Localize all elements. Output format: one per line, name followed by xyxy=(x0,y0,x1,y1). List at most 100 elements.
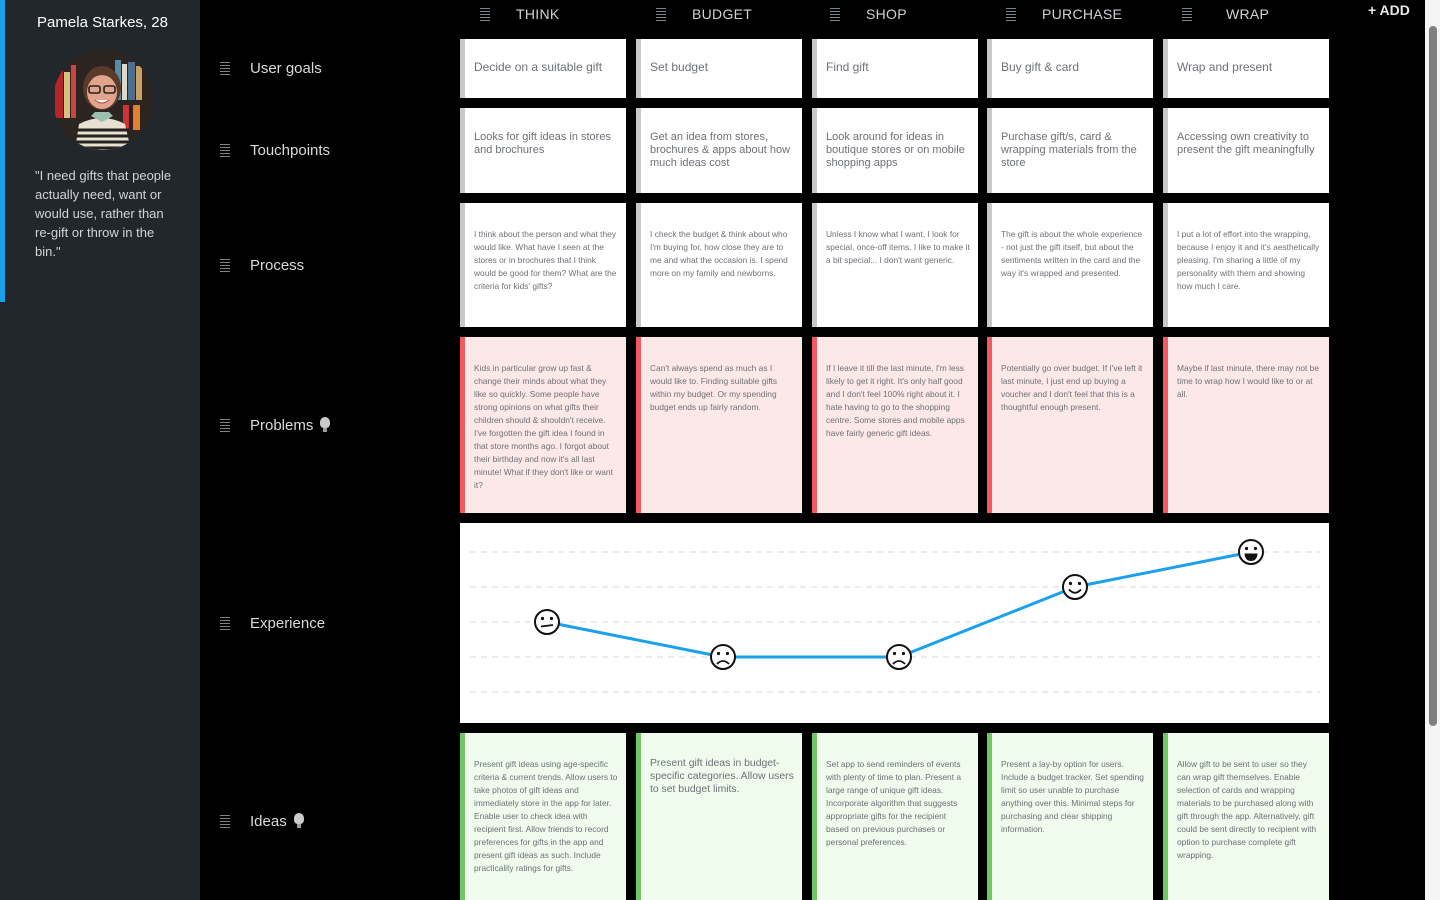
stage-budget[interactable]: BUDGET xyxy=(628,0,818,28)
card-text: Maybe if last minute, there may not be t… xyxy=(1177,363,1319,399)
row-label-touchpoints: Touchpoints xyxy=(200,138,455,162)
card-text: Wrap and present xyxy=(1177,60,1273,74)
stage-label: THINK xyxy=(516,6,560,22)
stage-label: BUDGET xyxy=(692,6,753,22)
experience-chart-svg xyxy=(470,539,1320,693)
stage-header: THINK BUDGET SHOP PURCHASE WRAP xyxy=(460,0,1350,28)
drag-handle-icon[interactable] xyxy=(830,7,840,21)
persona-name: Pamela Starkes, 28 xyxy=(37,14,168,31)
process-card[interactable]: The gift is about the whole experience -… xyxy=(987,203,1153,327)
card-text: I check the budget & think about who I'm… xyxy=(650,229,788,278)
idea-card[interactable]: Present a lay-by option for users. Inclu… xyxy=(987,733,1153,900)
row-label-experience: Experience xyxy=(200,611,455,635)
scrollbar-thumb[interactable] xyxy=(1429,26,1437,726)
drag-handle-icon[interactable] xyxy=(220,616,230,630)
goal-card[interactable]: Set budget xyxy=(636,39,802,98)
smile-face-icon[interactable] xyxy=(1062,574,1088,600)
card-text: Decide on a suitable gift xyxy=(474,60,603,74)
stage-label: SHOP xyxy=(866,6,907,22)
lightbulb-icon[interactable] xyxy=(293,813,304,829)
card-text: Potentially go over budget. If I've left… xyxy=(1001,363,1143,412)
row-label-ideas: Ideas xyxy=(200,809,455,833)
card-text: Buy gift & card xyxy=(1001,60,1080,74)
card-text: Unless I know what I want, I look for sp… xyxy=(826,229,970,265)
card-text: Purchase gift/s, card & wrapping materia… xyxy=(1001,131,1137,169)
row-title: User goals xyxy=(250,59,322,77)
persona-avatar xyxy=(53,50,153,150)
goal-card[interactable]: Wrap and present xyxy=(1163,39,1329,98)
process-card[interactable]: I check the budget & think about who I'm… xyxy=(636,203,802,327)
drag-handle-icon[interactable] xyxy=(220,258,230,272)
stage-label: PURCHASE xyxy=(1042,6,1123,22)
stage-purchase[interactable]: PURCHASE xyxy=(972,0,1168,28)
persona-quote: "I need gifts that people actually need,… xyxy=(35,168,172,259)
stage-wrap[interactable]: WRAP xyxy=(1148,0,1344,28)
touchpoint-card[interactable]: Purchase gift/s, card & wrapping materia… xyxy=(987,108,1153,193)
process-card[interactable]: Unless I know what I want, I look for sp… xyxy=(812,203,978,327)
grin-face-icon[interactable] xyxy=(1238,539,1264,565)
stage-shop[interactable]: SHOP xyxy=(798,0,988,28)
problem-card[interactable]: Potentially go over budget. If I've left… xyxy=(987,337,1153,513)
experience-chart[interactable] xyxy=(460,523,1329,723)
card-text: If I leave it till the last minute, I'm … xyxy=(826,363,965,438)
row-title: Experience xyxy=(250,614,326,632)
card-text: Kids in particular grow up fast & change… xyxy=(474,363,613,490)
add-stage-button[interactable]: + ADD xyxy=(1368,2,1410,18)
row-label-user-goals: User goals xyxy=(200,56,455,80)
card-text: Set app to send reminders of events with… xyxy=(826,759,962,847)
card-text: The gift is about the whole experience -… xyxy=(1001,229,1143,278)
idea-card[interactable]: Allow gift to be sent to user so they ca… xyxy=(1163,733,1329,900)
card-text: Present gift ideas in budget-specific ca… xyxy=(650,758,794,795)
row-title: Problems xyxy=(250,416,314,434)
card-text: Get an idea from stores, brochures & app… xyxy=(650,131,791,169)
lightbulb-icon[interactable] xyxy=(320,417,331,433)
touchpoint-card[interactable]: Get an idea from stores, brochures & app… xyxy=(636,108,802,193)
sad-face-icon[interactable] xyxy=(886,644,912,670)
stage-think[interactable]: THINK xyxy=(460,0,646,28)
row-label-process: Process xyxy=(200,253,455,277)
card-text: Can't always spend as much as I would li… xyxy=(650,363,778,412)
drag-handle-icon[interactable] xyxy=(220,61,230,75)
drag-handle-icon[interactable] xyxy=(656,7,666,21)
drag-handle-icon[interactable] xyxy=(1182,7,1192,21)
journey-map-app: Pamela Starkes, 28 "I need gifts that pe… xyxy=(0,0,1440,900)
problem-card[interactable]: If I leave it till the last minute, I'm … xyxy=(812,337,978,513)
idea-card[interactable]: Set app to send reminders of events with… xyxy=(812,733,978,900)
card-text: Look around for ideas in boutique stores… xyxy=(826,131,965,169)
drag-handle-icon[interactable] xyxy=(220,143,230,157)
goal-card[interactable]: Find gift xyxy=(812,39,978,98)
problem-card[interactable]: Maybe if last minute, there may not be t… xyxy=(1163,337,1329,513)
card-text: Set budget xyxy=(650,60,709,74)
touchpoint-card[interactable]: Accessing own creativity to present the … xyxy=(1163,108,1329,193)
card-text: Accessing own creativity to present the … xyxy=(1177,131,1315,156)
persona-panel: Pamela Starkes, 28 "I need gifts that pe… xyxy=(0,0,200,900)
problem-card[interactable]: Can't always spend as much as I would li… xyxy=(636,337,802,513)
neutral-face-icon[interactable] xyxy=(534,609,560,635)
card-text: Allow gift to be sent to user so they ca… xyxy=(1177,759,1317,860)
drag-handle-icon[interactable] xyxy=(220,814,230,828)
card-text: I put a lot of effort into the wrapping,… xyxy=(1177,229,1320,291)
problem-card[interactable]: Kids in particular grow up fast & change… xyxy=(460,337,626,513)
card-text: Present a lay-by option for users. Inclu… xyxy=(1001,759,1144,834)
drag-handle-icon[interactable] xyxy=(1006,7,1016,21)
idea-card[interactable]: Present gift ideas in budget-specific ca… xyxy=(636,733,802,900)
persona-accent-bar xyxy=(0,0,5,302)
row-title: Process xyxy=(250,256,305,274)
touchpoint-card[interactable]: Looks for gift ideas in stores and broch… xyxy=(460,108,626,193)
row-label-problems: Problems xyxy=(200,413,455,437)
card-text: Find gift xyxy=(826,60,869,74)
goal-card[interactable]: Buy gift & card xyxy=(987,39,1153,98)
idea-card[interactable]: Present gift ideas using age-specific cr… xyxy=(460,733,626,900)
drag-handle-icon[interactable] xyxy=(220,418,230,432)
stage-label: WRAP xyxy=(1226,6,1270,22)
process-card[interactable]: I think about the person and what they w… xyxy=(460,203,626,327)
goal-card[interactable]: Decide on a suitable gift xyxy=(460,39,626,98)
sad-face-icon[interactable] xyxy=(710,644,736,670)
row-title: Ideas xyxy=(250,812,287,830)
card-text: I think about the person and what they w… xyxy=(474,229,617,291)
row-title: Touchpoints xyxy=(250,141,331,159)
card-text: Present gift ideas using age-specific cr… xyxy=(474,759,618,873)
touchpoint-card[interactable]: Look around for ideas in boutique stores… xyxy=(812,108,978,193)
drag-handle-icon[interactable] xyxy=(480,7,490,21)
process-card[interactable]: I put a lot of effort into the wrapping,… xyxy=(1163,203,1329,327)
